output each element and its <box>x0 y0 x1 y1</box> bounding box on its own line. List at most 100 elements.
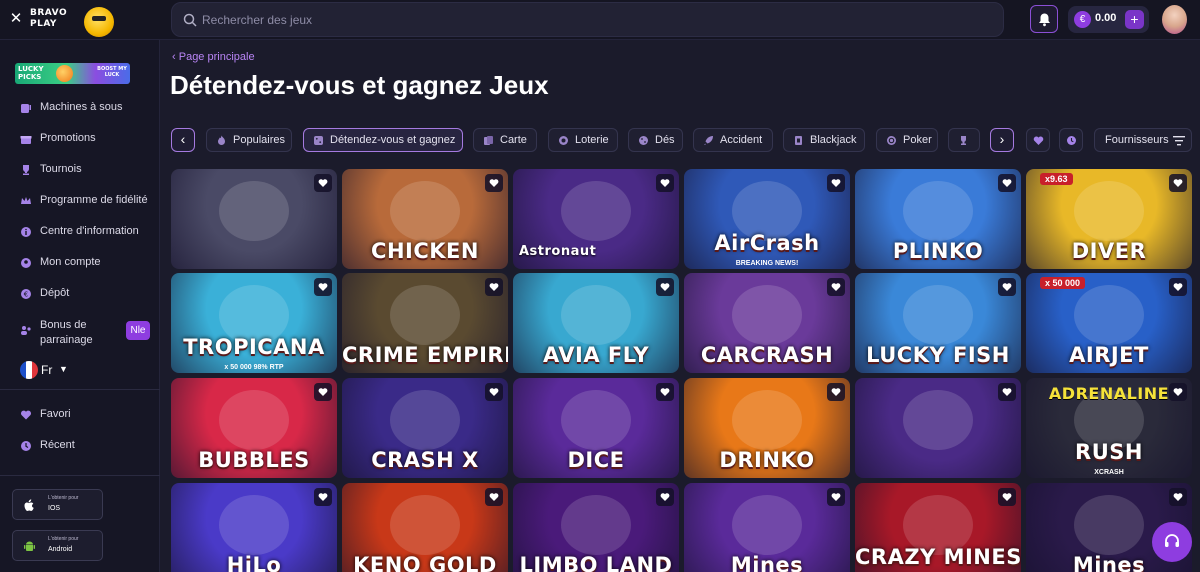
favorite-button[interactable] <box>656 488 674 506</box>
game-tile[interactable] <box>171 169 337 269</box>
favorite-button[interactable] <box>827 174 845 192</box>
search-bar[interactable] <box>171 2 1004 37</box>
deposit-plus-button[interactable]: + <box>1125 10 1144 29</box>
sidebar-item-favorites[interactable]: Favori <box>0 403 160 427</box>
favorite-button[interactable] <box>314 488 332 506</box>
sidebar-item-referral[interactable]: Bonus de parrainage Nle <box>0 318 160 348</box>
language-selector[interactable]: Fr ▼ <box>20 360 70 380</box>
store-name: IOS <box>48 505 61 512</box>
game-tile[interactable]: Astronaut <box>513 169 679 269</box>
game-tile[interactable]: x 50 000 AIRJET <box>1026 273 1192 373</box>
new-badge: Nle <box>126 321 150 340</box>
game-title: Astronaut <box>519 244 597 259</box>
sidebar-item-account[interactable]: Mon compte <box>0 251 160 275</box>
game-tile[interactable]: CARCRASH <box>684 273 850 373</box>
sidebar: LUCKY PICKS BOOST MY LUCK Machines à sou… <box>0 40 160 572</box>
favorite-button[interactable] <box>827 488 845 506</box>
sidebar-item-loyalty[interactable]: Programme de fidélité <box>0 189 160 213</box>
game-tile[interactable]: HiLo <box>171 483 337 572</box>
favorite-button[interactable] <box>1169 383 1187 401</box>
game-artwork <box>561 285 631 345</box>
sidebar-item-deposit[interactable]: € Dépôt <box>0 282 160 306</box>
game-tile[interactable]: ADRENALINE RUSH XCRASH <box>1026 378 1192 478</box>
game-tile[interactable]: LIMBO LAND <box>513 483 679 572</box>
game-tile[interactable]: LUCKY FISH <box>855 273 1021 373</box>
categories-prev-button[interactable]: ‹ <box>171 128 195 152</box>
favorite-button[interactable] <box>998 278 1016 296</box>
game-tile[interactable]: BUBBLES <box>171 378 337 478</box>
favorite-button[interactable] <box>1169 174 1187 192</box>
game-subtitle: XCRASH <box>1094 469 1124 476</box>
favorite-button[interactable] <box>314 278 332 296</box>
notifications-button[interactable] <box>1030 5 1058 33</box>
game-title: AVIA FLY <box>542 343 650 367</box>
favorite-button[interactable] <box>314 174 332 192</box>
sidebar-item-slots[interactable]: Machines à sous <box>0 96 160 120</box>
tab-dice[interactable]: Dés <box>628 128 683 152</box>
game-tile[interactable]: TROPICANA x 50 000 98% RTP <box>171 273 337 373</box>
tab-relax-and-win[interactable]: Détendez-vous et gagnez <box>303 128 463 152</box>
tab-poker[interactable]: Poker <box>876 128 938 152</box>
game-tile[interactable]: PLINKO <box>855 169 1021 269</box>
favorite-button[interactable] <box>314 383 332 401</box>
favorite-button[interactable] <box>1169 488 1187 506</box>
favorite-button[interactable] <box>827 278 845 296</box>
android-app-button[interactable]: L'obtenir pour Android <box>12 530 103 561</box>
close-menu-icon[interactable]: ✕ <box>8 10 24 28</box>
favorite-button[interactable] <box>656 383 674 401</box>
search-input[interactable] <box>202 9 982 31</box>
tab-crash[interactable]: Accident <box>693 128 773 152</box>
lucky-picks-banner[interactable]: LUCKY PICKS BOOST MY LUCK <box>15 63 130 84</box>
favorite-button[interactable] <box>998 383 1016 401</box>
game-tile[interactable]: DRINKO <box>684 378 850 478</box>
sidebar-item-promotions[interactable]: Promotions <box>0 127 160 151</box>
game-tile[interactable]: DICE <box>513 378 679 478</box>
game-tile[interactable]: CRAZY MINESRTP 98% <box>855 483 1021 572</box>
tab-popular[interactable]: Populaires <box>206 128 292 152</box>
ios-app-button[interactable]: L'obtenir pour IOS <box>12 489 103 520</box>
breadcrumb[interactable]: ‹ Page principale <box>172 51 255 63</box>
favorite-button[interactable] <box>485 174 503 192</box>
tab-lottery[interactable]: Loterie <box>548 128 618 152</box>
store-caption: L'obtenir pour <box>48 536 79 542</box>
favorite-button[interactable] <box>656 174 674 192</box>
sidebar-item-info-center[interactable]: Centre d'information <box>0 220 160 244</box>
sidebar-item-tournaments[interactable]: Tournois <box>0 158 160 182</box>
game-tile[interactable]: KENO GOLD <box>342 483 508 572</box>
avatar[interactable] <box>1162 5 1187 34</box>
favorite-button[interactable] <box>827 383 845 401</box>
france-flag-icon <box>20 361 38 379</box>
favorite-button[interactable] <box>485 383 503 401</box>
bell-icon <box>1039 13 1050 27</box>
game-tile[interactable]: CRASH X <box>342 378 508 478</box>
brand-logo[interactable]: BRAVO PLAY <box>30 7 122 37</box>
game-tile[interactable]: AVIA FLY <box>513 273 679 373</box>
providers-filter[interactable]: Fournisseurs <box>1094 128 1192 152</box>
game-tile[interactable]: CRIME EMPIRE <box>342 273 508 373</box>
favorite-button[interactable] <box>656 278 674 296</box>
categories-next-button[interactable]: › <box>990 128 1014 152</box>
heart-icon <box>318 388 328 396</box>
favorite-button[interactable] <box>998 174 1016 192</box>
tab-cards[interactable]: Carte <box>473 128 537 152</box>
game-tile[interactable]: CHICKEN <box>342 169 508 269</box>
sidebar-item-label: Programme de fidélité <box>40 194 148 206</box>
favorite-button[interactable] <box>998 488 1016 506</box>
game-tile[interactable]: AirCrash BREAKING NEWS! <box>684 169 850 269</box>
game-tile[interactable]: x9.63 DIVER <box>1026 169 1192 269</box>
game-tile[interactable] <box>855 378 1021 478</box>
favorite-button[interactable] <box>485 278 503 296</box>
favorites-filter-button[interactable] <box>1026 128 1050 152</box>
support-chat-button[interactable] <box>1152 522 1192 562</box>
favorite-button[interactable] <box>1169 278 1187 296</box>
recent-filter-button[interactable] <box>1059 128 1083 152</box>
tab-blackjack[interactable]: Blackjack <box>783 128 865 152</box>
sidebar-item-recent[interactable]: Récent <box>0 434 160 458</box>
tab-tournament-games[interactable] <box>948 128 980 152</box>
balance-widget[interactable]: € 0.00 + <box>1068 6 1149 33</box>
heart-icon <box>318 179 328 187</box>
game-tile[interactable]: Mines <box>684 483 850 572</box>
favorite-button[interactable] <box>485 488 503 506</box>
heart-icon <box>1173 388 1183 396</box>
game-artwork <box>732 285 802 345</box>
